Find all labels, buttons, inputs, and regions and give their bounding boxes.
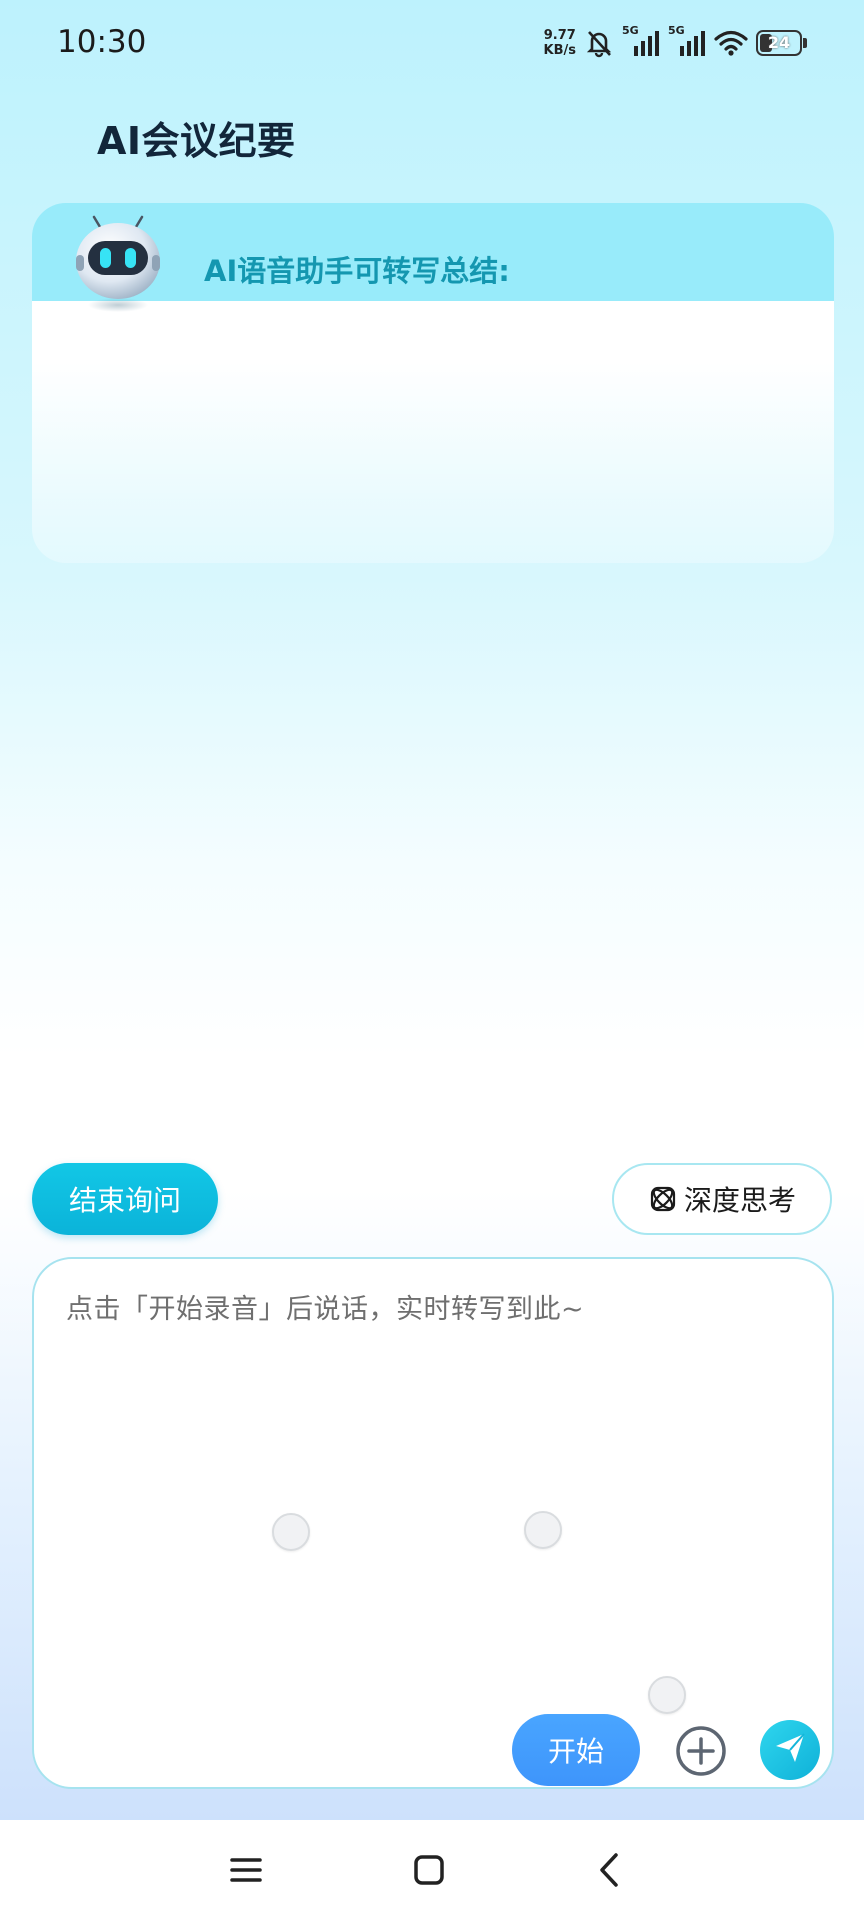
transcript-placeholder: 点击「开始录音」后说话，实时转写到此~ [66, 1294, 585, 1325]
menu-icon[interactable] [224, 1848, 268, 1892]
wifi-icon [714, 29, 748, 57]
transcript-input-card[interactable]: 点击「开始录音」后说话，实时转写到此~ 开始 [32, 1257, 834, 1789]
bell-muted-icon [584, 28, 614, 58]
signal-icon: 5G [668, 24, 706, 58]
floating-dot [524, 1511, 562, 1549]
start-recording-button[interactable]: 开始 [512, 1714, 640, 1786]
status-icons: 9.77 KB/s 5G 5G 24 [544, 22, 807, 64]
battery-level: 24 [767, 33, 791, 52]
signal-icon: 5G [622, 24, 660, 58]
deep-think-label: 深度思考 [683, 1184, 796, 1217]
battery-icon: 24 [756, 30, 807, 56]
home-square-icon[interactable] [407, 1848, 451, 1892]
page-title: AI会议纪要 [97, 119, 296, 163]
plus-circle-icon[interactable] [674, 1724, 728, 1778]
deep-think-button[interactable]: 深度思考 [612, 1163, 832, 1235]
floating-dot [272, 1513, 310, 1551]
net-speed-unit: KB/s [543, 43, 576, 58]
atom-icon [648, 1184, 678, 1214]
system-nav-bar [0, 1820, 864, 1920]
floating-dot [648, 1676, 686, 1714]
status-time: 10:30 [57, 24, 147, 60]
summary-label: AI语音助手可转写总结: [204, 254, 510, 288]
status-bar: 10:30 9.77 KB/s 5G 5G 24 [0, 0, 864, 86]
end-inquiry-button[interactable]: 结束询问 [32, 1163, 218, 1235]
signal-1-label: 5G [622, 24, 639, 37]
send-button[interactable] [760, 1720, 820, 1780]
net-speed-value: 9.77 [543, 28, 576, 43]
signal-2-label: 5G [668, 24, 685, 37]
back-icon[interactable] [588, 1848, 632, 1892]
robot-avatar-icon [70, 215, 166, 315]
send-icon [773, 1731, 807, 1769]
net-speed: 9.77 KB/s [544, 28, 576, 58]
